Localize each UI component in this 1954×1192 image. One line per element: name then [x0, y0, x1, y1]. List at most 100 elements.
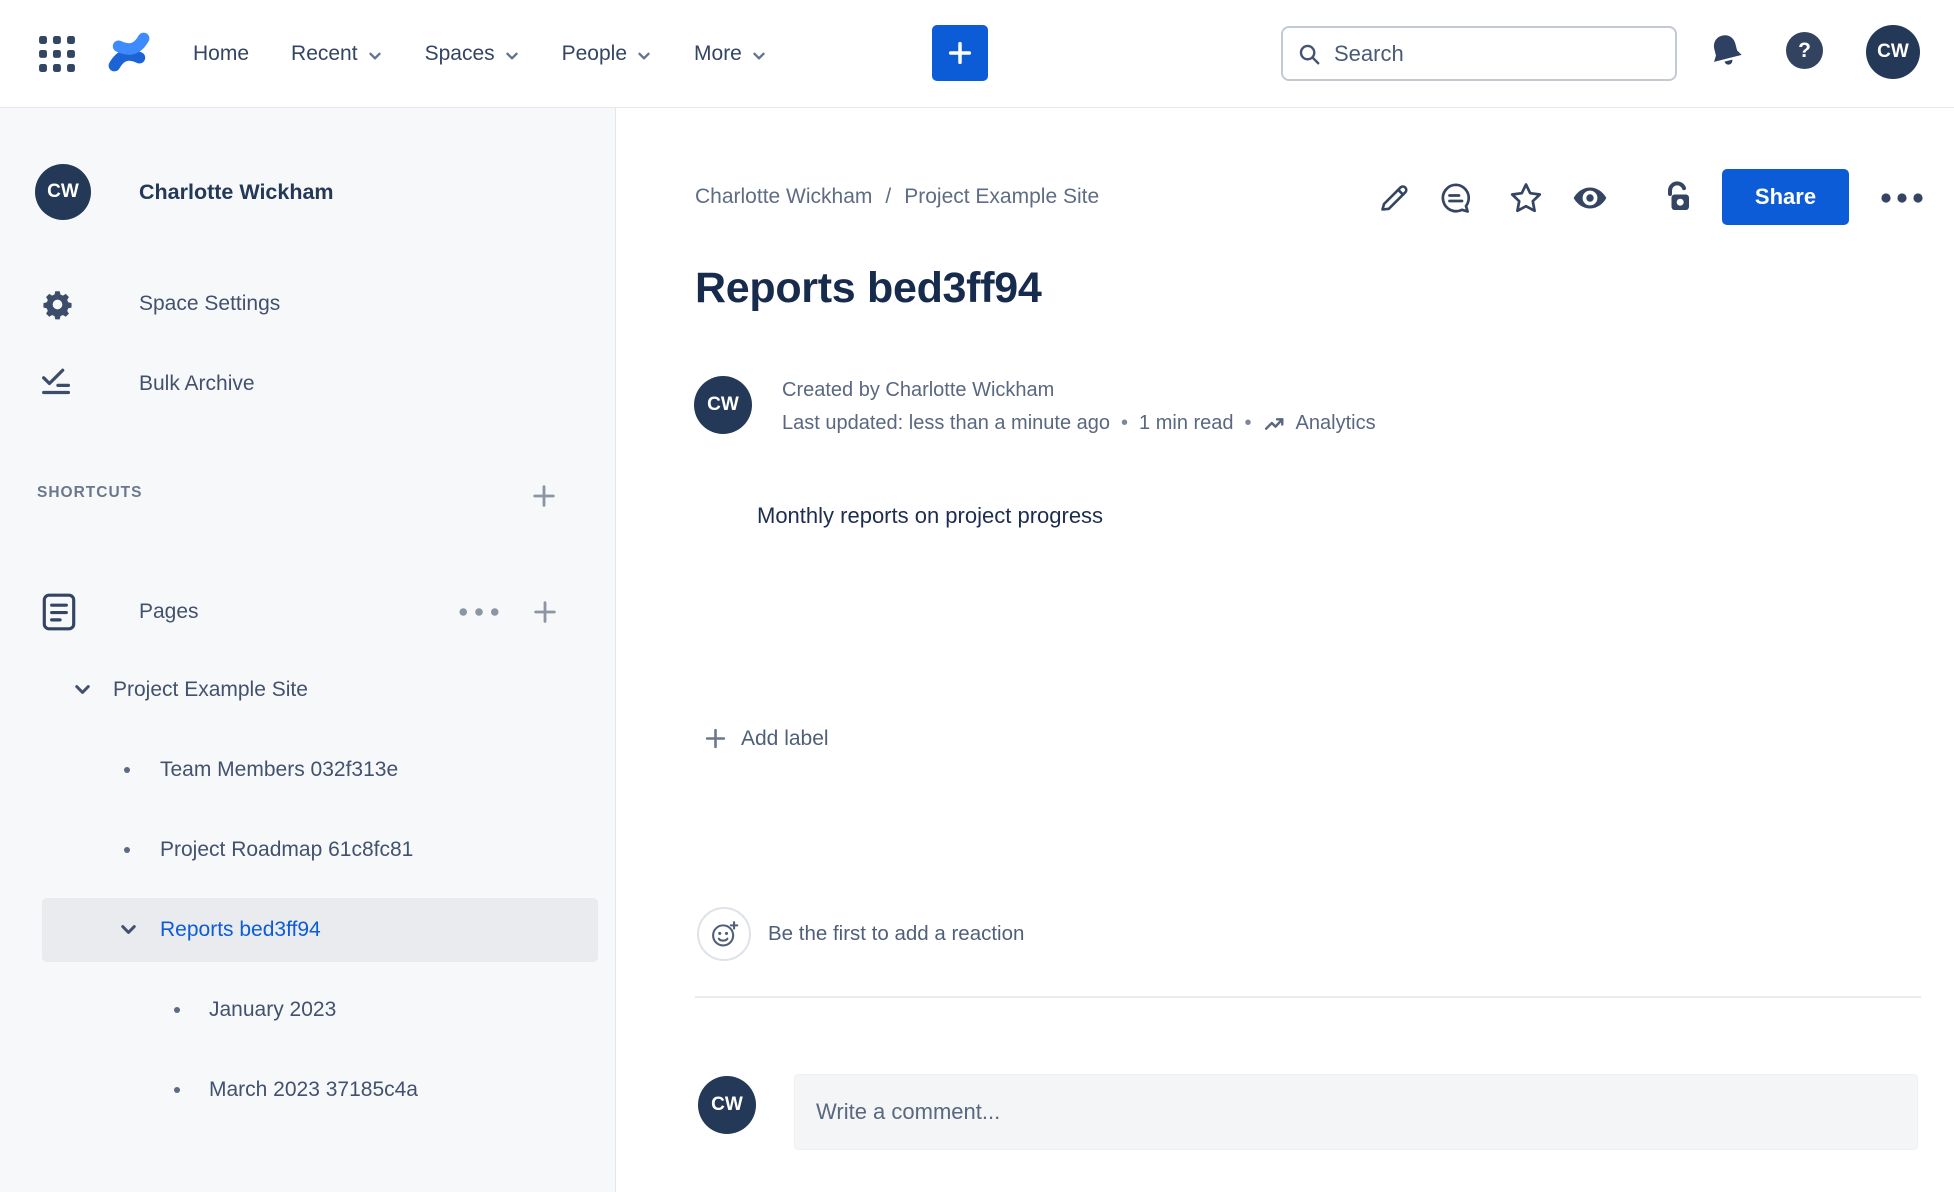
- tree-item-reports-selected[interactable]: Reports bed3ff94: [0, 898, 615, 962]
- add-label-button[interactable]: Add label: [703, 726, 829, 751]
- nav-more-label: More: [694, 42, 742, 65]
- sidebar-item-label: Bulk Archive: [139, 372, 255, 395]
- watch-eye-icon[interactable]: [1572, 180, 1608, 216]
- avatar-initials: CW: [711, 1094, 743, 1115]
- nav-spaces-label: Spaces: [424, 42, 495, 65]
- read-time-text: 1 min read: [1139, 412, 1234, 434]
- chevron-down-icon: [753, 52, 765, 59]
- nav-recent-label: Recent: [291, 42, 358, 65]
- chevron-down-icon[interactable]: [118, 919, 139, 940]
- more-actions-icon[interactable]: [1879, 192, 1925, 204]
- breadcrumb-space[interactable]: Project Example Site: [904, 185, 1099, 209]
- pages-icon: [42, 593, 76, 631]
- bullet-icon: [174, 1007, 180, 1013]
- analytics-label: Analytics: [1295, 412, 1376, 434]
- bullet-icon: [174, 1087, 180, 1093]
- breadcrumb: Charlotte Wickham / Project Example Site: [695, 185, 1099, 209]
- analytics-link[interactable]: Analytics: [1263, 407, 1376, 440]
- bullet-icon: [124, 767, 130, 773]
- nav-people[interactable]: People: [562, 42, 652, 66]
- comment-input-box[interactable]: [794, 1074, 1918, 1150]
- created-by-line: Created by Charlotte Wickham: [782, 379, 1055, 401]
- last-updated-text[interactable]: Last updated: less than a minute ago: [782, 407, 1110, 440]
- confluence-logo-icon[interactable]: [106, 29, 152, 75]
- bulk-archive-icon: [42, 368, 71, 395]
- tree-item-team-members[interactable]: Team Members 032f313e: [0, 738, 615, 802]
- dot-separator: •: [1121, 412, 1129, 434]
- reactions-section: Be the first to add a reaction: [697, 907, 1024, 961]
- nav-home-label: Home: [193, 42, 250, 65]
- sidebar-item-label: Space Settings: [139, 292, 281, 315]
- chevron-down-icon: [505, 52, 518, 59]
- page-title: Reports bed3ff94: [695, 264, 1042, 312]
- add-page-plus-icon[interactable]: [531, 598, 559, 626]
- tree-item-project-roadmap[interactable]: Project Roadmap 61c8fc81: [0, 818, 615, 882]
- avatar-initials: CW: [1877, 41, 1909, 62]
- primary-nav: Home Recent Spaces People More: [193, 0, 767, 108]
- tree-item-january-2023[interactable]: January 2023: [0, 978, 615, 1042]
- shortcuts-header: SHORTCUTS: [37, 484, 143, 501]
- sidebar-item-space-settings[interactable]: Space Settings: [0, 276, 615, 332]
- tree-item-label: March 2023 37185c4a: [209, 1078, 418, 1101]
- add-label-text: Add label: [741, 726, 829, 750]
- tree-item-label: Project Example Site: [113, 678, 308, 701]
- nav-more[interactable]: More: [694, 42, 767, 66]
- space-name[interactable]: Charlotte Wickham: [139, 164, 334, 220]
- avatar-initials: CW: [707, 394, 739, 415]
- plus-icon: [948, 41, 972, 65]
- pages-more-icon[interactable]: [458, 606, 500, 618]
- pages-section-label[interactable]: Pages: [139, 584, 199, 640]
- comment-input[interactable]: [816, 1099, 1896, 1125]
- tree-item-label: Reports bed3ff94: [160, 918, 321, 941]
- breadcrumb-space-owner[interactable]: Charlotte Wickham: [695, 185, 872, 209]
- top-navigation-bar: Home Recent Spaces People More Search ? …: [0, 0, 1954, 108]
- tree-item-label: Project Roadmap 61c8fc81: [160, 838, 414, 861]
- chevron-down-icon: [638, 52, 650, 59]
- sidebar-item-bulk-archive[interactable]: Bulk Archive: [0, 356, 615, 412]
- nav-spaces[interactable]: Spaces: [425, 42, 520, 66]
- search-box[interactable]: [1281, 26, 1677, 81]
- page-body-text: Monthly reports on project progress: [757, 503, 1104, 528]
- plus-icon: [705, 728, 726, 749]
- search-input[interactable]: [1334, 40, 1661, 67]
- avatar-initials: CW: [47, 181, 79, 202]
- reaction-prompt-text: Be the first to add a reaction: [768, 922, 1025, 945]
- tree-item-label: January 2023: [209, 998, 337, 1021]
- comment-bubble-icon[interactable]: [1438, 180, 1474, 216]
- unlock-icon[interactable]: [1661, 180, 1697, 216]
- bullet-icon: [124, 847, 130, 853]
- help-button[interactable]: ?: [1786, 32, 1823, 69]
- add-reaction-button[interactable]: [697, 907, 751, 961]
- section-divider: [695, 996, 1921, 998]
- question-mark-icon: ?: [1798, 38, 1811, 62]
- page-content: Charlotte Wickham / Project Example Site…: [617, 108, 1954, 1192]
- create-button[interactable]: [932, 25, 988, 81]
- byline: Created by Charlotte Wickham Last update…: [782, 374, 1376, 440]
- gear-icon: [43, 290, 72, 319]
- byline-avatar: CW: [694, 376, 752, 434]
- analytics-chart-icon: [1264, 418, 1284, 430]
- space-avatar[interactable]: CW: [35, 164, 91, 220]
- smiley-add-icon: [711, 920, 738, 946]
- share-button[interactable]: Share: [1722, 169, 1849, 225]
- notifications-bell-icon[interactable]: [1703, 28, 1749, 74]
- tree-item-label: Team Members 032f313e: [160, 758, 399, 781]
- space-sidebar: CW Charlotte Wickham Space Settings Bulk…: [0, 108, 616, 1192]
- add-shortcut-plus-icon[interactable]: [530, 482, 558, 510]
- confluence-app: Home Recent Spaces People More Search ? …: [0, 0, 1954, 1192]
- breadcrumb-separator: /: [885, 185, 892, 208]
- app-switcher-icon[interactable]: [38, 35, 76, 73]
- chevron-down-icon: [368, 52, 381, 59]
- edit-pencil-icon[interactable]: [1376, 180, 1412, 216]
- nav-home[interactable]: Home: [193, 42, 249, 66]
- tree-item-march-2023[interactable]: March 2023 37185c4a: [0, 1058, 615, 1122]
- star-favorite-icon[interactable]: [1508, 180, 1544, 216]
- tree-item-project-example-site[interactable]: Project Example Site: [0, 658, 615, 722]
- chevron-down-icon[interactable]: [72, 679, 93, 700]
- search-icon: [1299, 44, 1320, 64]
- dot-separator: •: [1244, 412, 1252, 434]
- user-avatar[interactable]: CW: [1866, 25, 1920, 79]
- nav-people-label: People: [561, 42, 628, 65]
- comment-avatar: CW: [698, 1076, 756, 1134]
- nav-recent[interactable]: Recent: [291, 42, 383, 66]
